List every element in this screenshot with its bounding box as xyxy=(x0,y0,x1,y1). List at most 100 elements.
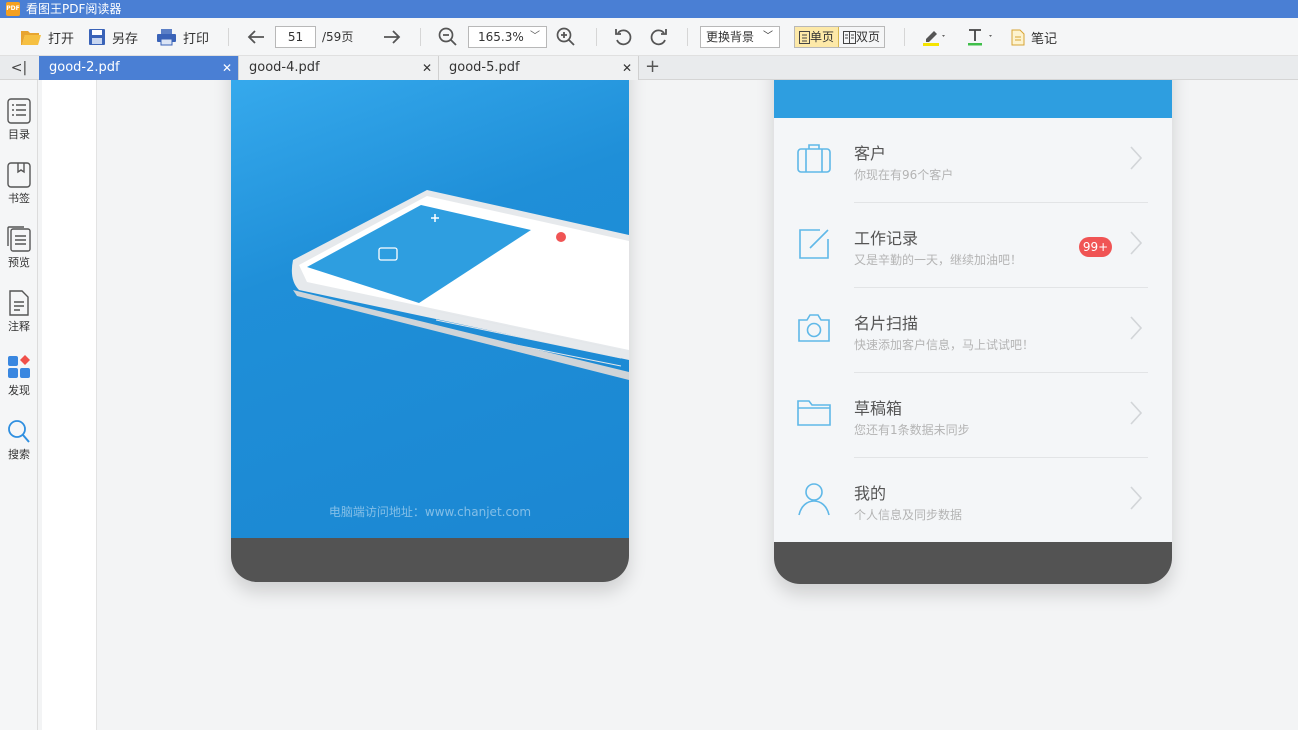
chevron-right-icon xyxy=(1130,231,1142,255)
toolbar-divider xyxy=(420,28,421,46)
printer-icon xyxy=(157,29,176,46)
double-page-button[interactable]: 双页 xyxy=(839,27,884,47)
menu-item-title: 工作记录 xyxy=(854,229,919,248)
sidebar-item-label: 搜索 xyxy=(8,448,30,461)
menu-item-title: 我的 xyxy=(854,484,887,503)
sidebar-item-annotations[interactable]: 注释 xyxy=(0,290,38,334)
phone-header-bar xyxy=(774,80,1172,118)
sidebar-item-label: 书签 xyxy=(8,192,30,205)
zoom-in-icon xyxy=(556,27,575,46)
rotate-right-button[interactable] xyxy=(649,26,675,48)
note-button[interactable]: 笔记 xyxy=(1011,26,1057,48)
tab-good-5[interactable]: good-5.pdf ✕ xyxy=(439,56,639,80)
menu-item-work-log: 工作记录 又是辛勤的一天，继续加油吧！ 99+ xyxy=(774,203,1172,288)
zoom-out-button[interactable] xyxy=(438,26,464,48)
print-button[interactable]: 打印 xyxy=(156,26,209,48)
app-logo-icon: PDF xyxy=(6,2,20,16)
sidebar-item-search[interactable]: 搜索 xyxy=(0,418,38,462)
menu-item-subtitle: 您还有1条数据未同步 xyxy=(854,423,970,437)
discover-icon xyxy=(8,355,30,378)
close-icon[interactable]: ✕ xyxy=(422,56,432,80)
phone-bottom-bezel xyxy=(774,542,1172,584)
background-select[interactable]: 更换背景 ﹀ xyxy=(700,26,780,48)
sidebar-item-toc[interactable]: 目录 xyxy=(0,98,38,142)
menu-item-drafts: 草稿箱 您还有1条数据未同步 xyxy=(774,373,1172,458)
sidebar-item-discover[interactable]: 发现 xyxy=(0,354,38,398)
highlighter-icon xyxy=(923,31,945,46)
save-icon xyxy=(89,29,105,45)
single-page-icon xyxy=(799,30,810,44)
chevron-right-icon xyxy=(1130,146,1142,170)
toolbar: 打开 另存 打印 51 /59页 165.3% ﹀ 更换背景 ﹀ 单页 双页 笔… xyxy=(0,18,1298,56)
save-as-button[interactable]: 另存 xyxy=(88,26,138,48)
close-icon[interactable]: ✕ xyxy=(222,56,232,80)
menu-item-title: 草稿箱 xyxy=(854,399,903,418)
arrow-left-icon xyxy=(247,30,264,44)
tab-good-2[interactable]: good-2.pdf ✕ xyxy=(39,56,239,80)
menu-item-subtitle: 又是辛勤的一天，继续加油吧！ xyxy=(854,253,1023,267)
camera-icon xyxy=(798,314,830,342)
bookmark-icon xyxy=(7,162,31,188)
menu-item-title: 客户 xyxy=(854,144,887,163)
zoom-out-icon xyxy=(438,27,457,46)
chevron-right-icon xyxy=(1130,401,1142,425)
edit-icon xyxy=(799,229,829,259)
document-viewport[interactable]: 电脑端访问地址：www.chanjet.com 客户 你现在有96个客户 工作记… xyxy=(98,80,1298,730)
preview-icon xyxy=(7,226,31,252)
menu-item-subtitle: 你现在有96个客户 xyxy=(854,168,954,182)
zoom-in-button[interactable] xyxy=(556,26,582,48)
right-page-image: 客户 你现在有96个客户 工作记录 又是辛勤的一天，继续加油吧！ 99+ 名片扫… xyxy=(774,80,1172,584)
tab-good-4[interactable]: good-4.pdf ✕ xyxy=(239,56,439,80)
toolbar-divider xyxy=(687,28,688,46)
menu-item-profile: 我的 个人信息及同步数据 xyxy=(774,458,1172,543)
sidebar-item-label: 预览 xyxy=(8,256,30,269)
menu-item-customers: 客户 你现在有96个客户 xyxy=(774,118,1172,203)
single-page-button[interactable]: 单页 xyxy=(795,27,840,47)
download-url-text: 电脑端访问地址：www.chanjet.com xyxy=(328,505,532,519)
sidebar-item-preview[interactable]: 预览 xyxy=(0,226,38,270)
next-page-button[interactable] xyxy=(382,26,408,48)
open-label: 打开 xyxy=(48,31,75,47)
chevron-down-icon: ﹀ xyxy=(763,31,773,42)
phone-bottom-bezel xyxy=(231,538,629,582)
page-number-input[interactable]: 51 xyxy=(275,26,316,48)
collapse-sidebar-button[interactable]: <| xyxy=(0,56,38,80)
rotate-left-icon xyxy=(615,29,632,46)
toolbar-divider xyxy=(596,28,597,46)
chevron-down-icon: ﹀ xyxy=(530,31,540,42)
menu-item-subtitle: 个人信息及同步数据 xyxy=(854,508,963,522)
note-icon xyxy=(1011,29,1025,45)
folder-open-icon xyxy=(21,31,41,45)
highlight-button[interactable] xyxy=(921,26,953,48)
new-tab-button[interactable]: + xyxy=(645,56,660,78)
annotation-icon xyxy=(9,290,29,316)
text-color-icon xyxy=(968,29,992,46)
sidebar-item-bookmarks[interactable]: 书签 xyxy=(0,162,38,206)
left-page-image: 电脑端访问地址：www.chanjet.com xyxy=(231,80,629,582)
double-page-label: 双页 xyxy=(856,30,881,44)
tab-bar: <| good-2.pdf ✕ good-4.pdf ✕ good-5.pdf … xyxy=(0,56,1298,80)
menu-item-title: 名片扫描 xyxy=(854,314,919,333)
toolbar-divider xyxy=(904,28,905,46)
page-total-label: /59页 xyxy=(322,30,354,44)
tab-label: good-2.pdf xyxy=(49,60,120,75)
phone-screen-splash: 电脑端访问地址：www.chanjet.com xyxy=(231,80,629,538)
text-color-button[interactable] xyxy=(965,26,1001,48)
rotate-left-button[interactable] xyxy=(613,26,639,48)
zoom-select[interactable]: 165.3% ﹀ xyxy=(468,26,547,48)
left-sidebar: 目录 书签 预览 注释 发现 搜索 xyxy=(0,80,38,730)
tab-label: good-4.pdf xyxy=(249,60,320,75)
tab-label: good-5.pdf xyxy=(449,60,520,75)
collapse-left-icon: <| xyxy=(10,60,28,76)
close-icon[interactable]: ✕ xyxy=(622,56,632,80)
user-icon xyxy=(798,483,830,516)
window-title: 看图王PDF阅读器 xyxy=(26,2,122,16)
rotate-right-icon xyxy=(650,29,667,46)
search-icon xyxy=(8,420,30,443)
plus-icon: + xyxy=(645,56,661,77)
prev-page-button[interactable] xyxy=(246,26,272,48)
open-button[interactable]: 打开 xyxy=(20,26,74,48)
double-page-icon xyxy=(843,30,857,44)
background-select-label: 更换背景 xyxy=(706,30,755,44)
phone-illustration xyxy=(291,190,629,380)
